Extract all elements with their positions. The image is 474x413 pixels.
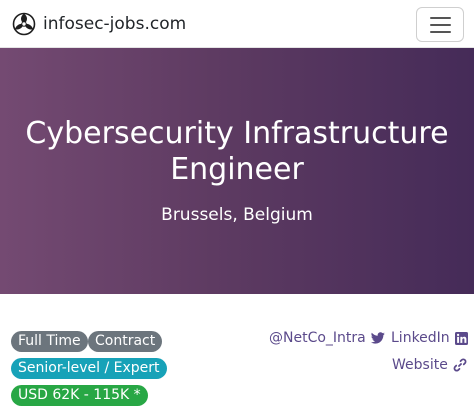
job-location: Brussels, Belgium bbox=[161, 205, 313, 225]
brand-link[interactable]: infosec-jobs.com bbox=[12, 11, 186, 37]
hamburger-menu-icon-bar bbox=[429, 30, 451, 33]
infosec-jobs-logo-icon bbox=[12, 12, 36, 36]
linkedin-label: LinkedIn bbox=[391, 330, 450, 346]
salary-badge[interactable]: USD 62K - 115K * bbox=[11, 385, 148, 406]
website-link[interactable]: Website bbox=[392, 356, 467, 374]
job-type-badge-full-time[interactable]: Full Time bbox=[11, 331, 88, 352]
hamburger-menu-icon-bar bbox=[429, 23, 451, 26]
seniority-badge[interactable]: Senior-level / Expert bbox=[11, 358, 167, 379]
job-title: Cybersecurity Infrastructure Engineer bbox=[25, 116, 449, 187]
twitter-icon bbox=[370, 332, 385, 344]
job-hero-banner: Cybersecurity Infrastructure Engineer Br… bbox=[0, 48, 474, 294]
twitter-link[interactable]: @NetCo_Intra bbox=[269, 329, 385, 347]
twitter-handle: @NetCo_Intra bbox=[269, 330, 366, 346]
linkedin-icon bbox=[454, 331, 468, 345]
job-type-badge-contract[interactable]: Contract bbox=[88, 331, 163, 352]
linkedin-link[interactable]: LinkedIn bbox=[391, 329, 468, 347]
menu-toggle-button[interactable] bbox=[416, 7, 464, 42]
hamburger-menu-icon bbox=[429, 16, 451, 19]
link-icon bbox=[453, 358, 467, 372]
website-label: Website bbox=[392, 357, 448, 373]
brand-name: infosec-jobs.com bbox=[43, 14, 187, 34]
navbar: infosec-jobs.com bbox=[0, 0, 474, 48]
